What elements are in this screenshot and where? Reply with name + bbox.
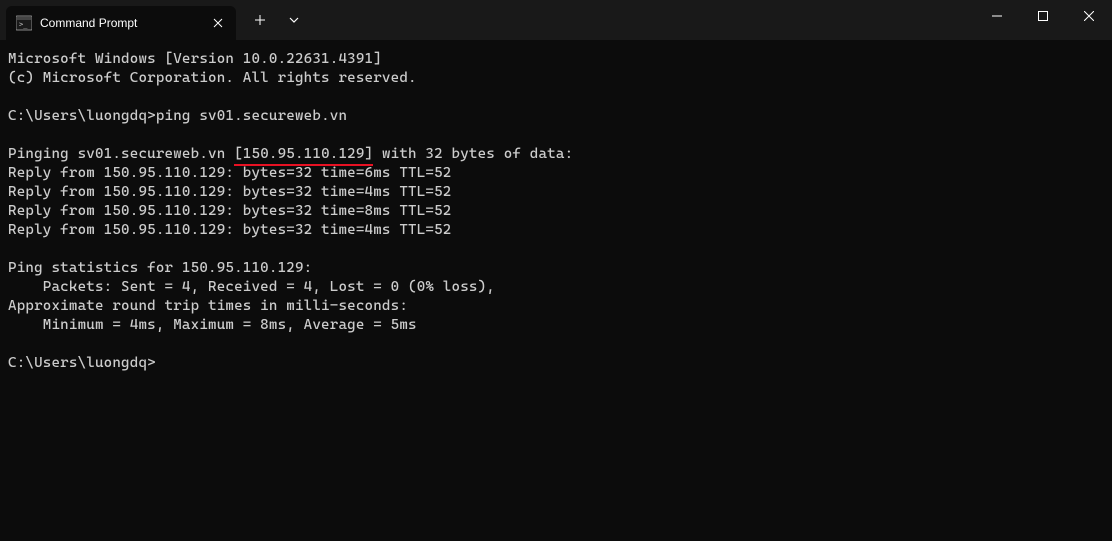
version-line: Microsoft Windows [Version 10.0.22631.43… (8, 51, 382, 67)
minimize-button[interactable] (974, 0, 1020, 32)
tab-title: Command Prompt (40, 16, 202, 30)
stats-header: Ping statistics for 150.95.110.129: (8, 260, 312, 276)
new-tab-button[interactable] (246, 6, 274, 34)
tab-close-button[interactable] (210, 15, 226, 31)
stats-rtt-header: Approximate round trip times in milli-se… (8, 298, 408, 314)
close-button[interactable] (1066, 0, 1112, 32)
ping-reply: Reply from 150.95.110.129: bytes=32 time… (8, 165, 452, 181)
prompt-path: C:\Users\luongdq> (8, 108, 156, 124)
cmd-icon: >_ (16, 15, 32, 31)
titlebar-actions (236, 6, 308, 34)
copyright-line: (c) Microsoft Corporation. All rights re… (8, 70, 417, 86)
svg-text:>_: >_ (19, 21, 28, 29)
titlebar: >_ Command Prompt (0, 0, 1112, 40)
window-controls (974, 0, 1112, 40)
maximize-button[interactable] (1020, 0, 1066, 32)
ping-reply: Reply from 150.95.110.129: bytes=32 time… (8, 184, 452, 200)
ping-reply: Reply from 150.95.110.129: bytes=32 time… (8, 203, 452, 219)
prompt-path: C:\Users\luongdq> (8, 355, 156, 371)
ping-header-post: with 32 bytes of data: (373, 146, 573, 162)
terminal-output[interactable]: Microsoft Windows [Version 10.0.22631.43… (0, 40, 1112, 383)
ping-header-pre: Pinging sv01.secureweb.vn (8, 146, 234, 162)
tab-dropdown-button[interactable] (280, 6, 308, 34)
tab-command-prompt[interactable]: >_ Command Prompt (6, 6, 236, 40)
ping-reply: Reply from 150.95.110.129: bytes=32 time… (8, 222, 452, 238)
ping-ip-highlight: [150.95.110.129] (234, 145, 373, 164)
stats-packets: Packets: Sent = 4, Received = 4, Lost = … (8, 279, 495, 295)
stats-rtt: Minimum = 4ms, Maximum = 8ms, Average = … (8, 317, 417, 333)
command-text: ping sv01.secureweb.vn (156, 108, 347, 124)
